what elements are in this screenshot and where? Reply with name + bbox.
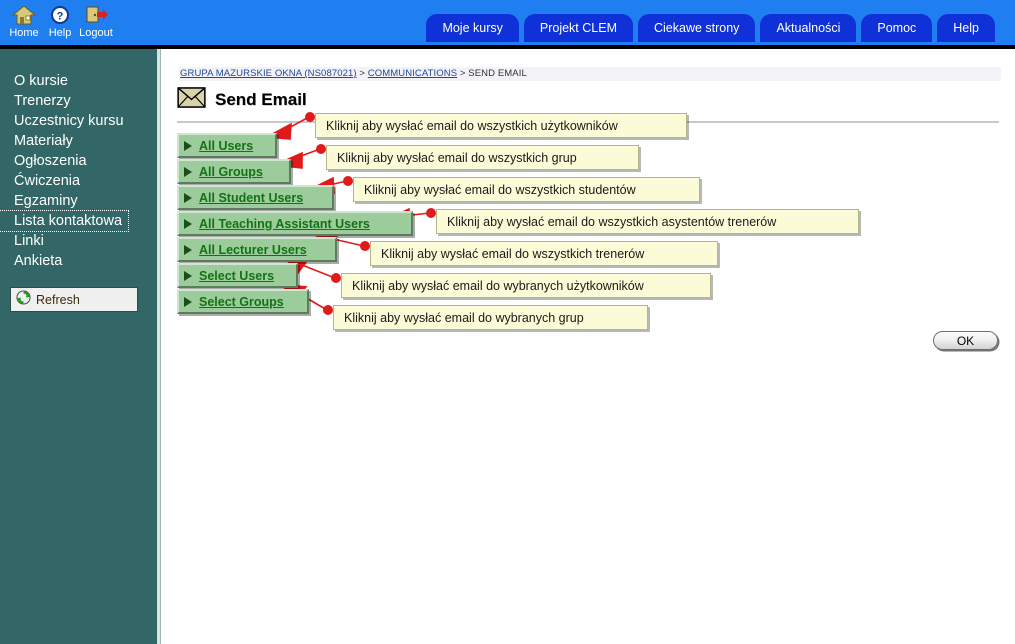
triangle-bullet-icon — [184, 296, 192, 307]
tooltip-all-lecturer-users: Kliknij aby wysłać email do wszystkich t… — [370, 241, 718, 266]
option-all-student-users[interactable]: All Student Users — [177, 185, 334, 210]
tab-projekt-clem[interactable]: Projekt CLEM — [523, 14, 633, 42]
tooltip-select-users: Kliknij aby wysłać email do wybranych uż… — [341, 273, 711, 298]
refresh-icon — [16, 289, 31, 310]
sidebar-row: Trenerzy — [0, 91, 157, 111]
home-icon — [6, 3, 42, 27]
tab-moje-kursy[interactable]: Moje kursy — [426, 14, 519, 42]
annotation-arrows — [264, 111, 436, 315]
sidebar-row: Uczestnicy kursu — [0, 111, 157, 131]
sidebar-item-trenerzy[interactable]: Trenerzy — [0, 91, 77, 111]
page-title: Send Email — [215, 90, 307, 109]
envelope-icon — [177, 87, 206, 113]
sidebar: O kursie Trenerzy Uczestnicy kursu Mater… — [0, 49, 157, 644]
breadcrumb: GRUPA MAZURSKIE OKNA (NS087021) > COMMUN… — [179, 67, 1001, 81]
tooltip-all-ta-users: Kliknij aby wysłać email do wszystkich a… — [436, 209, 859, 234]
option-select-groups[interactable]: Select Groups — [177, 289, 309, 314]
sidebar-item-linki[interactable]: Linki — [0, 231, 50, 251]
triangle-bullet-icon — [184, 270, 192, 281]
sidebar-row: Ankieta — [0, 251, 157, 271]
tab-aktualnosci[interactable]: Aktualności — [760, 14, 857, 42]
breadcrumb-item-course[interactable]: GRUPA MAZURSKIE OKNA (NS087021) — [180, 68, 357, 79]
triangle-bullet-icon — [184, 192, 192, 203]
tooltip-all-users: Kliknij aby wysłać email do wszystkich u… — [315, 113, 687, 138]
sidebar-row: Ćwiczenia — [0, 171, 157, 191]
option-all-lecturer-users[interactable]: All Lecturer Users — [177, 237, 337, 262]
sidebar-item-materialy[interactable]: Materiały — [0, 131, 79, 151]
sidebar-row: O kursie — [0, 71, 157, 91]
triangle-bullet-icon — [184, 166, 192, 177]
top-blue-bar: Home ? Help Logout Moje kursy Projekt CL… — [0, 0, 1015, 45]
option-select-users[interactable]: Select Users — [177, 263, 298, 288]
sidebar-row: Ogłoszenia — [0, 151, 157, 171]
sidebar-row: Linki — [0, 231, 157, 251]
option-select-groups-label: Select Groups — [199, 294, 284, 309]
sidebar-item-uczestnicy-kursu[interactable]: Uczestnicy kursu — [0, 111, 130, 131]
quick-link-logout[interactable]: Logout — [78, 3, 114, 39]
page-header: Send Email — [177, 87, 307, 113]
breadcrumb-separator: > — [359, 68, 366, 79]
tab-help[interactable]: Help — [937, 14, 995, 42]
option-all-student-users-label: All Student Users — [199, 190, 304, 205]
tab-ciekawe-strony[interactable]: Ciekawe strony — [637, 14, 756, 42]
main-tabs: Moje kursy Projekt CLEM Ciekawe strony A… — [426, 14, 995, 42]
breadcrumb-item-current: SEND EMAIL — [468, 68, 527, 79]
option-all-teaching-assistant-users[interactable]: All Teaching Assistant Users — [177, 211, 413, 236]
breadcrumb-separator: > — [459, 68, 466, 79]
quick-link-help-label: Help — [48, 27, 72, 39]
option-select-users-label: Select Users — [199, 268, 275, 283]
sidebar-item-ogloszenia[interactable]: Ogłoszenia — [0, 151, 93, 171]
option-all-groups[interactable]: All Groups — [177, 159, 291, 184]
sidebar-row: Egzaminy — [0, 191, 157, 211]
breadcrumb-item-communications[interactable]: COMMUNICATIONS — [368, 68, 457, 79]
tooltip-select-groups: Kliknij aby wysłać email do wybranych gr… — [333, 305, 648, 330]
refresh-label: Refresh — [36, 292, 80, 307]
sidebar-item-o-kursie[interactable]: O kursie — [0, 71, 74, 91]
option-all-groups-label: All Groups — [199, 164, 263, 179]
quick-link-home-label: Home — [9, 27, 39, 39]
sidebar-row: Lista kontaktowa — [0, 210, 157, 232]
tooltip-all-groups: Kliknij aby wysłać email do wszystkich g… — [326, 145, 639, 170]
logout-door-icon — [78, 3, 114, 27]
option-all-lecturer-users-label: All Lecturer Users — [199, 242, 307, 257]
tooltip-all-student-users: Kliknij aby wysłać email do wszystkich s… — [353, 177, 700, 202]
svg-text:?: ? — [57, 11, 64, 23]
quick-link-home[interactable]: Home — [6, 3, 42, 39]
sidebar-item-cwiczenia[interactable]: Ćwiczenia — [0, 171, 86, 191]
triangle-bullet-icon — [184, 244, 192, 255]
quick-links: Home ? Help Logout — [6, 3, 114, 39]
sidebar-row: Materiały — [0, 131, 157, 151]
quick-link-logout-label: Logout — [79, 27, 113, 39]
quick-link-help[interactable]: ? Help — [42, 3, 78, 39]
option-all-users-label: All Users — [199, 138, 254, 153]
sidebar-item-ankieta[interactable]: Ankieta — [0, 251, 68, 271]
content-area: GRUPA MAZURSKIE OKNA (NS087021) > COMMUN… — [163, 49, 1015, 644]
sidebar-item-lista-kontaktowa[interactable]: Lista kontaktowa — [0, 210, 130, 232]
sidebar-item-egzaminy[interactable]: Egzaminy — [0, 191, 84, 211]
refresh-button[interactable]: Refresh — [10, 287, 138, 312]
triangle-bullet-icon — [184, 218, 192, 229]
option-all-teaching-assistant-users-label: All Teaching Assistant Users — [199, 216, 370, 231]
ok-button[interactable]: OK — [933, 331, 998, 350]
tab-pomoc[interactable]: Pomoc — [861, 14, 933, 42]
triangle-bullet-icon — [184, 140, 192, 151]
option-all-users[interactable]: All Users — [177, 133, 277, 158]
sidebar-menu: O kursie Trenerzy Uczestnicy kursu Mater… — [0, 71, 157, 271]
question-circle-icon: ? — [42, 3, 78, 27]
